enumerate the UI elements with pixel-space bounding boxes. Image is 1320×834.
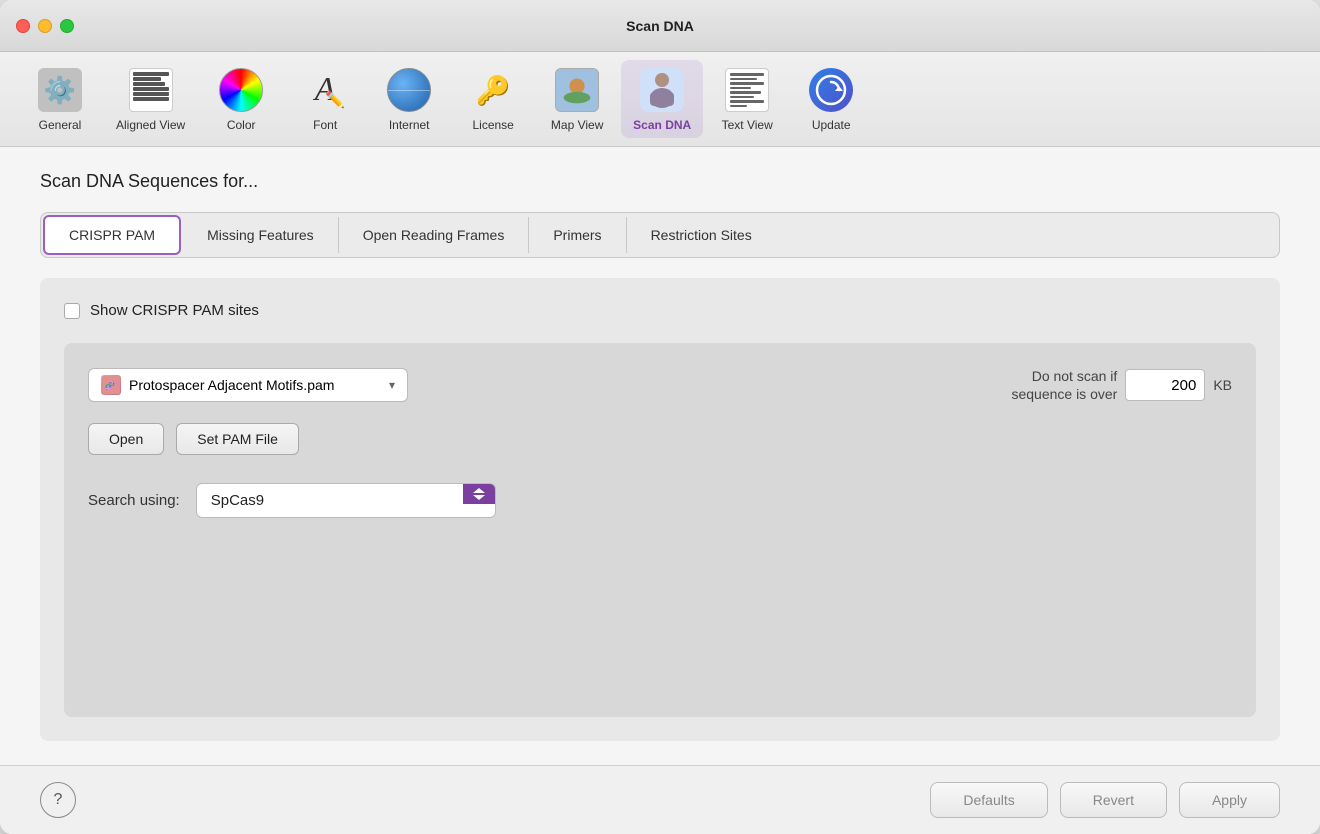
toolbar-label-aligned-view: Aligned View (116, 118, 185, 132)
toolbar-item-scan-dna[interactable]: Scan DNA (621, 60, 703, 138)
toolbar-item-color[interactable]: Color (201, 60, 281, 138)
file-selector-value: Protospacer Adjacent Motifs.pam (129, 377, 334, 393)
toolbar-item-general[interactable]: ⚙️ General (20, 60, 100, 138)
file-selector[interactable]: 🧬 Protospacer Adjacent Motifs.pam ▾ (88, 368, 408, 402)
window: Scan DNA ⚙️ General Aligned Vie (0, 0, 1320, 834)
toolbar-item-map-view[interactable]: Map View (537, 60, 617, 138)
tab-crispr-pam[interactable]: CRISPR PAM (43, 215, 181, 255)
bottom-bar: ? Defaults Revert Apply (0, 765, 1320, 834)
toolbar-label-font: Font (313, 118, 337, 132)
toolbar-label-color: Color (227, 118, 256, 132)
file-row: 🧬 Protospacer Adjacent Motifs.pam ▾ Do n… (88, 367, 1232, 403)
general-icon: ⚙️ (36, 66, 84, 114)
checkbox-label: Show CRISPR PAM sites (90, 302, 259, 319)
tab-missing-features[interactable]: Missing Features (183, 217, 339, 253)
section-title: Scan DNA Sequences for... (40, 171, 1280, 192)
minimize-button[interactable] (38, 19, 52, 33)
show-crispr-checkbox[interactable] (64, 303, 80, 319)
toolbar-label-license: License (472, 118, 513, 132)
limit-section: Do not scan ifsequence is over KB (1011, 367, 1232, 403)
defaults-button[interactable]: Defaults (930, 782, 1047, 818)
inner-panel: 🧬 Protospacer Adjacent Motifs.pam ▾ Do n… (64, 343, 1256, 717)
svg-text:🧬: 🧬 (105, 380, 115, 390)
text-view-icon (723, 66, 771, 114)
close-button[interactable] (16, 19, 30, 33)
limit-unit: KB (1213, 377, 1232, 393)
tab-restriction-sites[interactable]: Restriction Sites (627, 217, 776, 253)
button-row: Open Set PAM File (88, 423, 1232, 455)
apply-button[interactable]: Apply (1179, 782, 1280, 818)
toolbar: ⚙️ General Aligned View (0, 52, 1320, 147)
update-icon (807, 66, 855, 114)
map-view-icon (553, 66, 601, 114)
help-button[interactable]: ? (40, 782, 76, 818)
color-icon (217, 66, 265, 114)
font-icon: A ✏️ (301, 66, 349, 114)
toolbar-item-aligned-view[interactable]: Aligned View (104, 60, 197, 138)
toolbar-label-update: Update (812, 118, 851, 132)
toolbar-item-license[interactable]: 🔑 License (453, 60, 533, 138)
license-icon: 🔑 (469, 66, 517, 114)
set-pam-file-button[interactable]: Set PAM File (176, 423, 299, 455)
content-area: Scan DNA Sequences for... CRISPR PAM Mis… (0, 147, 1320, 765)
toolbar-item-font[interactable]: A ✏️ Font (285, 60, 365, 138)
open-button[interactable]: Open (88, 423, 164, 455)
window-title: Scan DNA (626, 18, 694, 34)
toolbar-label-general: General (39, 118, 82, 132)
search-row: Search using: SpCas9 (88, 483, 1232, 518)
aligned-view-icon (127, 66, 175, 114)
toolbar-item-text-view[interactable]: Text View (707, 60, 787, 138)
scan-dna-icon (638, 66, 686, 114)
checkbox-row: Show CRISPR PAM sites (64, 302, 1256, 319)
search-select-arrow-icon[interactable] (463, 484, 495, 504)
pam-file-icon: 🧬 (101, 375, 121, 395)
maximize-button[interactable] (60, 19, 74, 33)
search-label: Search using: (88, 492, 180, 509)
search-select[interactable]: SpCas9 (196, 483, 496, 518)
dropdown-arrow-icon: ▾ (389, 378, 395, 392)
limit-input[interactable] (1125, 369, 1205, 401)
tab-bar: CRISPR PAM Missing Features Open Reading… (40, 212, 1280, 258)
panel: Show CRISPR PAM sites 🧬 Protospacer Adja… (40, 278, 1280, 741)
toolbar-label-map-view: Map View (551, 118, 603, 132)
tab-open-reading-frames[interactable]: Open Reading Frames (339, 217, 530, 253)
revert-button[interactable]: Revert (1060, 782, 1167, 818)
traffic-lights (16, 19, 74, 33)
toolbar-item-update[interactable]: Update (791, 60, 871, 138)
toolbar-label-scan-dna: Scan DNA (633, 118, 691, 132)
toolbar-label-internet: Internet (389, 118, 430, 132)
tab-primers[interactable]: Primers (529, 217, 626, 253)
internet-icon (385, 66, 433, 114)
limit-label: Do not scan ifsequence is over (1011, 367, 1117, 403)
search-select-value: SpCas9 (197, 484, 463, 517)
toolbar-label-text-view: Text View (722, 118, 773, 132)
toolbar-item-internet[interactable]: Internet (369, 60, 449, 138)
titlebar: Scan DNA (0, 0, 1320, 52)
